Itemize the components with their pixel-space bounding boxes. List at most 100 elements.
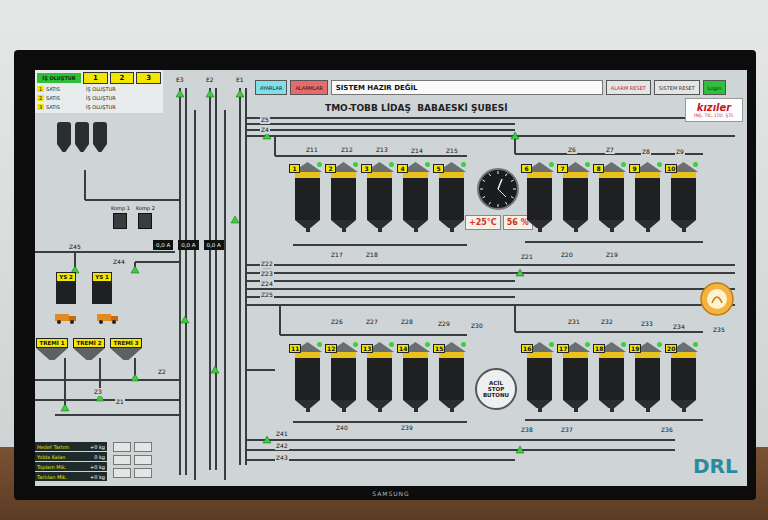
motor-icon[interactable] (176, 90, 184, 97)
job-row[interactable]: 1SATISİŞ OLUŞTUR (37, 85, 161, 93)
silo-number: 16 (521, 344, 533, 353)
control-button[interactable] (113, 442, 131, 452)
conveyor-label[interactable]: Z37 (560, 426, 574, 434)
alarm-reset-button[interactable]: ALARM RESET (606, 80, 651, 95)
clock-icon (476, 167, 520, 215)
conveyor-label[interactable]: Z40 (335, 424, 349, 432)
conveyor-label[interactable]: Z15 (445, 147, 459, 155)
conveyor-label[interactable]: Z36 (660, 426, 674, 434)
conveyor-label[interactable]: Z3 (93, 388, 103, 396)
conveyor-label[interactable]: Z14 (410, 147, 424, 155)
emergency-stop-button[interactable]: ACİL STOP BUTONU (475, 368, 517, 410)
conveyor-label[interactable]: Z44 (112, 258, 126, 266)
motor-icon[interactable] (516, 446, 524, 453)
motor-icon[interactable] (206, 90, 214, 97)
current-meters: 0,0 A0,0 A0,0 A (153, 240, 224, 250)
motor-icon[interactable] (131, 266, 139, 273)
conveyor-label[interactable]: Z26 (330, 318, 344, 326)
motor-icon[interactable] (61, 404, 69, 411)
control-button[interactable] (134, 442, 152, 452)
conveyor-label[interactable]: Z34 (672, 323, 686, 331)
login-button[interactable]: Login (703, 80, 727, 95)
dump-hopper[interactable]: TREMİ 1 (35, 338, 69, 360)
conveyor-label[interactable]: Z13 (375, 146, 389, 154)
conveyor-label[interactable]: Z21 (520, 253, 534, 261)
motor-icon[interactable] (236, 90, 244, 97)
control-button[interactable] (134, 468, 152, 478)
conveyor-label[interactable]: Z35 (712, 326, 726, 334)
alarms-button[interactable]: ALARMLAR (290, 80, 327, 95)
silo-cone (563, 400, 588, 408)
silo-row: 678910 (525, 162, 698, 232)
settings-button[interactable]: AYARLAR (255, 80, 287, 95)
create-job-header[interactable]: İŞ OLUŞTUR (37, 73, 81, 83)
temperature-reading: +25°C (465, 215, 501, 230)
motor-icon[interactable] (263, 436, 271, 443)
conveyor-label[interactable]: Z27 (365, 318, 379, 326)
motor-icon[interactable] (231, 216, 239, 223)
conveyor-label[interactable]: Z18 (365, 251, 379, 259)
dump-hopper[interactable]: TREMİ 2 (72, 338, 106, 360)
conveyor-label[interactable]: Z41 (275, 430, 289, 438)
control-button[interactable] (113, 455, 131, 465)
conveyor-label[interactable]: Z9 (675, 148, 685, 156)
silo-number: 18 (593, 344, 605, 353)
motor-icon[interactable] (181, 316, 189, 323)
elevator-label: E3 (175, 76, 185, 83)
conveyor-label[interactable]: Z22 (260, 260, 274, 268)
conveyor-label[interactable]: Z33 (640, 320, 654, 328)
conveyor-label[interactable]: Z24 (260, 280, 274, 288)
conveyor-label[interactable]: Z17 (330, 251, 344, 259)
silo: 10 (669, 162, 698, 232)
weigher[interactable]: YS 1 (91, 272, 113, 304)
conveyor-label[interactable]: Z45 (68, 243, 82, 251)
conveyor-label[interactable]: Z7 (605, 146, 615, 154)
conveyor-label[interactable]: Z39 (400, 424, 414, 432)
job-row[interactable]: 2SATISİŞ OLUŞTUR (37, 94, 161, 102)
control-button[interactable] (134, 455, 152, 465)
dump-hopper[interactable]: TREMİ 3 (109, 338, 143, 360)
conveyor-label[interactable]: Z20 (560, 251, 574, 259)
conveyor-label[interactable]: Z28 (400, 318, 414, 326)
silo-cone (403, 220, 428, 228)
conveyor-label[interactable]: Z11 (305, 146, 319, 154)
conveyor-label[interactable]: Z2 (157, 368, 167, 376)
conveyor-label[interactable]: Z38 (520, 426, 534, 434)
system-reset-button[interactable]: SISTEM RESET (654, 80, 700, 95)
silo-cone (367, 400, 392, 408)
silo-row: 1112131415 (293, 342, 466, 412)
conveyor-label[interactable]: Z25 (260, 291, 274, 299)
weigher[interactable]: YS 2 (55, 272, 77, 304)
job-column[interactable]: 1 (83, 72, 108, 84)
conveyor-label[interactable]: Z30 (470, 322, 484, 330)
conveyor-label[interactable]: Z43 (275, 454, 289, 462)
conveyor-label[interactable]: Z32 (600, 318, 614, 326)
silo-body (295, 172, 320, 220)
job-column[interactable]: 2 (110, 72, 135, 84)
control-button[interactable] (113, 468, 131, 478)
conveyor-label[interactable]: Z31 (567, 318, 581, 326)
job-column[interactable]: 3 (136, 72, 161, 84)
silo-body (403, 172, 428, 220)
conveyor-label[interactable]: Z5 (260, 116, 270, 124)
silo-outlet (682, 408, 686, 412)
conveyor-label[interactable]: Z19 (605, 251, 619, 259)
compressor[interactable]: Komp 1 (111, 205, 130, 229)
conveyor-label[interactable]: Z42 (275, 442, 289, 450)
conveyor-label[interactable]: Z23 (260, 270, 274, 278)
motor-icon[interactable] (516, 269, 524, 276)
conveyor-label[interactable]: Z1 (115, 398, 125, 406)
conveyor-label[interactable]: Z8 (641, 148, 651, 156)
job-row[interactable]: 3SATISİŞ OLUŞTUR (37, 103, 161, 111)
current-meter: 0,0 A (153, 240, 173, 250)
motor-icon[interactable] (511, 132, 519, 139)
compressor[interactable]: Komp 2 (136, 205, 155, 229)
silo: 18 (597, 342, 626, 412)
conveyor-label[interactable]: Z6 (567, 146, 577, 154)
conveyor-label[interactable]: Z4 (260, 126, 270, 134)
motor-icon[interactable] (131, 374, 139, 381)
weighing-row: Toplam Mik.+0 kg (35, 462, 107, 471)
conveyor-label[interactable]: Z29 (437, 320, 451, 328)
motor-icon[interactable] (211, 366, 219, 373)
conveyor-label[interactable]: Z12 (340, 146, 354, 154)
